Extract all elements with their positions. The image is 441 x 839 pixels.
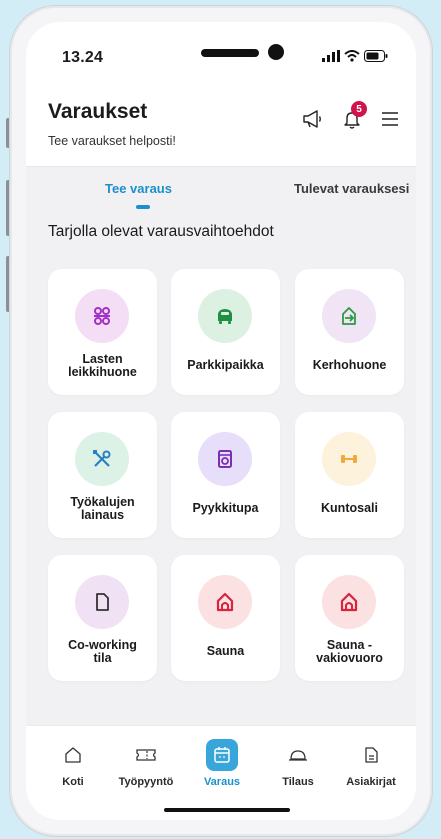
tile-sauna[interactable]: Sauna (171, 555, 280, 681)
tile-kerhohuone[interactable]: Kerhohuone (295, 269, 404, 395)
battery-icon (364, 50, 388, 62)
tile-label: Co-working tila (68, 638, 137, 665)
tile-label: Kuntosali (321, 501, 378, 515)
nav-label: Työpyyntö (118, 776, 174, 788)
document-icon (75, 575, 129, 629)
signal-icon (322, 50, 340, 62)
menu-icon[interactable] (377, 106, 403, 132)
notification-badge: 5 (351, 101, 367, 117)
megaphone-icon[interactable] (299, 106, 325, 132)
tile-label: Pyykkitupa (192, 501, 259, 515)
bottom-nav: Koti Työpyyntö Varaus Tilaus Asiakirjat (26, 725, 416, 820)
section-title: Tarjolla olevat varausvaihtoehdot (48, 223, 274, 240)
enter-room-icon (322, 289, 376, 343)
status-bar: 13.24 (26, 22, 416, 94)
sauna-icon (198, 575, 252, 629)
nav-varaus[interactable]: Varaus (187, 739, 257, 788)
tile-lasten-leikkihuone[interactable]: Lasten leikkihuone (48, 269, 157, 395)
tools-icon (75, 432, 129, 486)
tile-label: Lasten leikkihuone (68, 352, 137, 379)
calendar-icon (206, 739, 238, 771)
car-icon (198, 289, 252, 343)
tile-sauna-vakiovuoro[interactable]: Sauna - vakiovuoro (295, 555, 404, 681)
dynamic-island (201, 49, 259, 57)
tile-label: Kerhohuone (312, 358, 387, 372)
nav-label: Koti (62, 776, 84, 788)
main-content: Tee varaus Tulevat varauksesi Tarjolla o… (26, 166, 416, 725)
app-screen: 13.24 Varaukset Tee varaukset helposti! … (26, 22, 416, 820)
washing-machine-icon (198, 432, 252, 486)
tab-bar: Tee varaus Tulevat varauksesi (26, 167, 416, 217)
document-icon (336, 740, 406, 770)
phone-frame: 13.24 Varaukset Tee varaukset helposti! … (10, 6, 432, 836)
tile-label: Sauna (206, 644, 245, 658)
nav-label: Tilaus (282, 776, 314, 788)
cloche-icon (263, 740, 333, 770)
tile-parkkipaikka[interactable]: Parkkipaikka (171, 269, 280, 395)
active-tab-indicator (136, 205, 150, 209)
tab-tulevat-varauksesi[interactable]: Tulevat varauksesi (294, 181, 409, 196)
home-indicator (164, 808, 290, 812)
status-icons (322, 50, 388, 62)
nav-asiakirjat[interactable]: Asiakirjat (336, 740, 406, 788)
bell-icon[interactable]: 5 (339, 101, 367, 132)
tile-kuntosali[interactable]: Kuntosali (295, 412, 404, 538)
app-header: Varaukset Tee varaukset helposti! 5 (26, 94, 416, 166)
nav-koti[interactable]: Koti (38, 740, 108, 788)
tile-tyokalujen-lainaus[interactable]: Työkalujen lainaus (48, 412, 157, 538)
camera-dot (268, 44, 284, 60)
tile-label: Parkkipaikka (187, 358, 264, 372)
wifi-icon (344, 50, 360, 62)
tile-label: Sauna - vakiovuoro (316, 638, 383, 665)
page-title: Varaukset (48, 100, 148, 123)
toys-icon (75, 289, 129, 343)
dumbbell-icon (322, 432, 376, 486)
tab-tee-varaus[interactable]: Tee varaus (105, 181, 172, 196)
tile-co-working-tila[interactable]: Co-working tila (48, 555, 157, 681)
nav-active-wrapper (187, 739, 257, 771)
nav-label: Asiakirjat (346, 776, 396, 788)
nav-tilaus[interactable]: Tilaus (263, 740, 333, 788)
tile-pyykkitupa[interactable]: Pyykkitupa (171, 412, 280, 538)
ticket-icon (111, 740, 181, 770)
page-subtitle: Tee varaukset helposti! (48, 134, 176, 148)
status-time: 13.24 (62, 49, 104, 66)
tile-label: Työkalujen lainaus (70, 495, 135, 522)
home-icon (38, 740, 108, 770)
nav-tyopyynto[interactable]: Työpyyntö (111, 740, 181, 788)
nav-label: Varaus (203, 776, 241, 788)
sauna-icon (322, 575, 376, 629)
